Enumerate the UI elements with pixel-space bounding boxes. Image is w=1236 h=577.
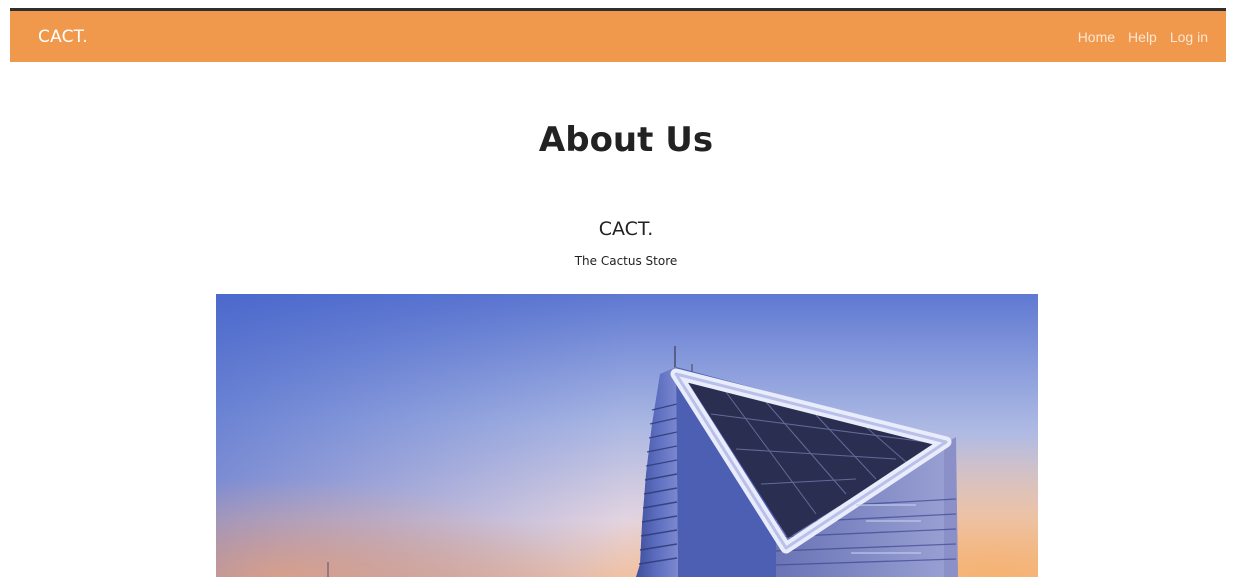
nav-link-login[interactable]: Log in [1170, 29, 1208, 45]
brand-logo-link[interactable]: CACT. [38, 27, 88, 47]
company-name: CACT. [598, 218, 654, 240]
nav-link-home[interactable]: Home [1078, 29, 1115, 45]
page-title: About Us [538, 120, 714, 160]
nav-link-help[interactable]: Help [1128, 29, 1157, 45]
building-photo [216, 294, 1038, 577]
company-tagline: The Cactus Store [574, 254, 678, 268]
navbar: CACT. Home Help Log in [10, 11, 1226, 62]
nav-links: Home Help Log in [1078, 29, 1208, 45]
